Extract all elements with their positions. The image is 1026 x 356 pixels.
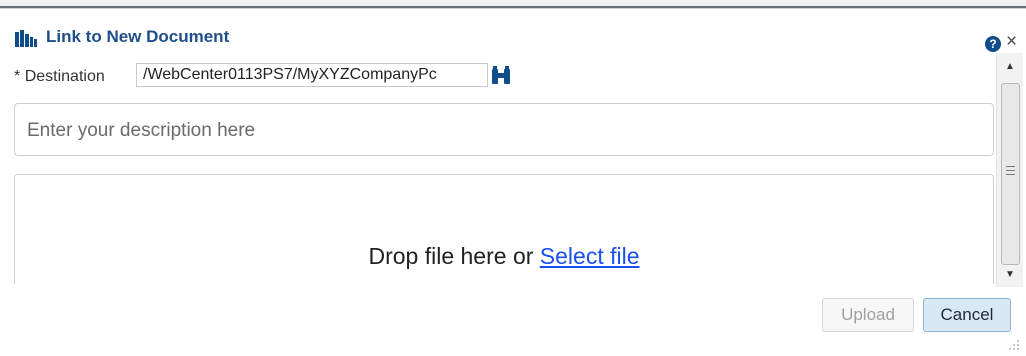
top-border-line: [0, 6, 1026, 8]
upload-button[interactable]: Upload: [822, 298, 914, 332]
required-marker: *: [14, 68, 21, 85]
cancel-button[interactable]: Cancel: [923, 298, 1011, 332]
help-icon[interactable]: ?: [985, 36, 1001, 52]
close-icon[interactable]: ×: [1006, 31, 1017, 53]
dropzone-message: Drop file here or Select file: [15, 243, 993, 270]
grip-line: [1006, 166, 1015, 167]
top-border: [0, 0, 1026, 9]
vertical-scrollbar[interactable]: ▲ ▼: [996, 53, 1023, 287]
grip-line: [1006, 170, 1015, 171]
select-file-link[interactable]: Select file: [540, 243, 640, 269]
dialog-title: Link to New Document: [46, 27, 230, 46]
destination-label: * Destination: [14, 68, 105, 86]
file-dropzone[interactable]: Drop file here or Select file: [14, 174, 994, 284]
description-input[interactable]: Enter your description here: [14, 103, 994, 156]
scroll-up-arrow-icon[interactable]: ▲: [997, 61, 1023, 72]
scroll-thumb[interactable]: [1001, 83, 1020, 265]
scroll-down-arrow-icon[interactable]: ▼: [997, 269, 1023, 280]
destination-label-text: Destination: [24, 68, 105, 85]
resize-grip-icon[interactable]: [1008, 338, 1020, 350]
dropzone-text: Drop file here or: [368, 243, 534, 269]
destination-field[interactable]: /WebCenter0113PS7/MyXYZCompanyPc: [136, 63, 488, 87]
binoculars-icon[interactable]: [490, 66, 512, 86]
library-books-icon: [14, 29, 38, 47]
grip-line: [1006, 174, 1015, 175]
dialog-header: Link to New Document ? ×: [0, 10, 1026, 53]
